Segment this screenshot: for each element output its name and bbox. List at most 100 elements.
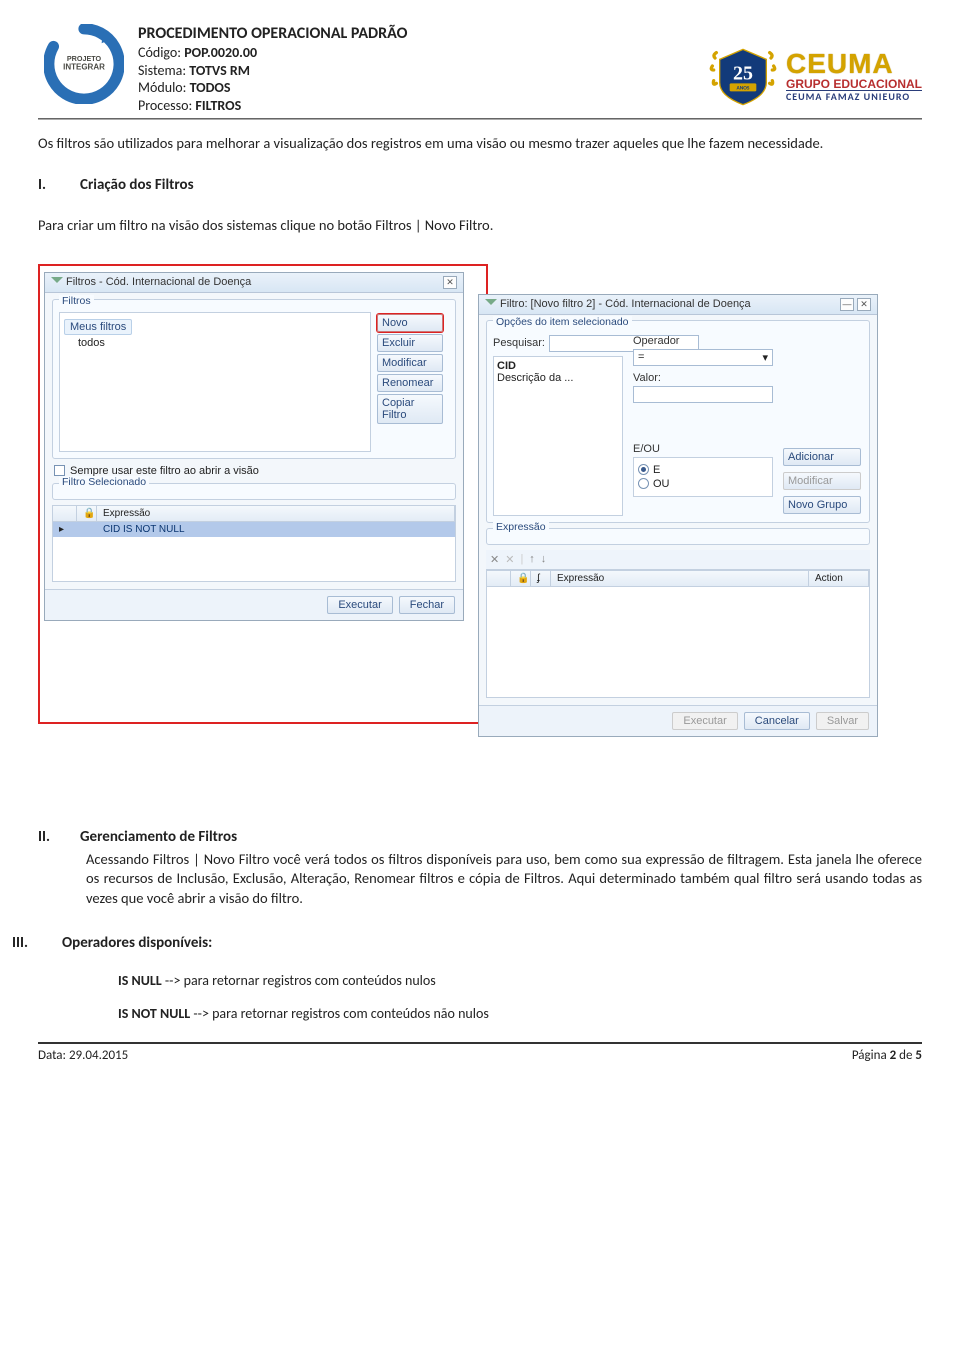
filtros-dialog-footer: Executar Fechar [45, 589, 463, 620]
lock-icon: 🔒 [83, 508, 95, 519]
section-1-body: Para criar um filtro na visão dos sistem… [38, 216, 922, 234]
move-down-icon[interactable]: ↓ [541, 553, 547, 566]
operator-isnotnull-desc: --> para retornar registros com conteúdo… [190, 1005, 489, 1022]
section-2-title: Gerenciamento de Filtros [80, 828, 237, 846]
action-button-column: Adicionar Modificar Novo Grupo [783, 335, 863, 516]
executar-button[interactable]: Executar [327, 596, 392, 614]
copiar-filtro-button[interactable]: Copiar Filtro [377, 394, 443, 424]
formula-column-header: ʄ [531, 571, 551, 586]
section-2-roman: II. [38, 828, 56, 846]
delete-all-icon[interactable]: ✕ [505, 553, 514, 566]
footer-page-total: 5 [915, 1048, 922, 1063]
sistema-label: Sistema: [138, 62, 189, 79]
close-icon[interactable]: ✕ [857, 298, 871, 311]
eou-label: E/OU [633, 443, 773, 455]
delete-icon[interactable]: ✕ [490, 553, 499, 566]
integrar-text-1: PROJETO [67, 54, 102, 63]
filtros-dialog-titlebar[interactable]: Filtros - Cód. Internacional de Doença ✕ [45, 273, 463, 293]
excluir-button[interactable]: Excluir [377, 334, 443, 352]
filtros-dialog-title: Filtros - Cód. Internacional de Doença [66, 276, 251, 288]
svg-text:25: 25 [733, 62, 753, 84]
document-page: PROJETO INTEGRAR PROCEDIMENTO OPERACIONA… [0, 0, 960, 1073]
content: Os filtros são utilizados para melhorar … [38, 120, 922, 1022]
expression-grid-2[interactable]: 🔒 ʄ Expressão Action [486, 570, 870, 698]
operator-isnull-desc: --> para retornar registros com conteúdo… [162, 972, 436, 989]
filtro-selecionado-title: Filtro Selecionado [59, 476, 149, 488]
expression-grid[interactable]: 🔒 Expressão ▸ CID IS NOT NULL [52, 505, 456, 582]
operator-isnotnull: IS NOT NULL --> para retornar registros … [118, 1005, 922, 1022]
tree-item-meus-filtros[interactable]: Meus filtros [64, 319, 132, 335]
tree-item-todos[interactable]: todos [64, 337, 366, 349]
valor-input[interactable] [633, 386, 773, 403]
footer-page-mid: de [896, 1048, 915, 1063]
modificar-button[interactable]: Modificar [783, 472, 861, 490]
modulo-label: Módulo: [138, 79, 190, 96]
expression-row[interactable]: ▸ CID IS NOT NULL [53, 522, 455, 537]
expression-cell: CID IS NOT NULL [97, 522, 455, 537]
ceuma-logo: CEUMA GRUPO EDUCACIONAL CEUMA FAMAZ UNIE… [786, 50, 922, 102]
footer-date-label: Data: [38, 1048, 69, 1063]
novo-button[interactable]: Novo [377, 314, 443, 332]
novo-filtro-titlebar[interactable]: Filtro: [Novo filtro 2] - Cód. Internaci… [479, 295, 877, 315]
expression-toolbar: ✕ ✕ | ↑ ↓ [486, 550, 870, 570]
modificar-button[interactable]: Modificar [377, 354, 443, 372]
filter-icon [485, 299, 497, 310]
ceuma-line2: GRUPO EDUCACIONAL [786, 78, 922, 90]
salvar-button[interactable]: Salvar [816, 712, 869, 730]
section-3-title: Operadores disponíveis: [62, 934, 212, 952]
anniversary-badge-icon: 25 ANOS [708, 46, 778, 106]
modulo-value: TODOS [190, 79, 231, 96]
fechar-button[interactable]: Fechar [399, 596, 455, 614]
radio-ou[interactable]: OU [638, 478, 768, 490]
filtros-group: Filtros Meus filtros todos Novo Excluir … [52, 299, 456, 459]
expressao-column-header: Expressão [97, 506, 455, 521]
action-column-header: Action [809, 571, 869, 586]
section-3-heading: III. Operadores disponíveis: [12, 934, 922, 952]
lock-icon: 🔒 [517, 573, 529, 584]
page-footer: Data: 29.04.2015 Página 2 de 5 [38, 1042, 922, 1063]
section-3-roman: III. [12, 934, 38, 952]
operator-isnull: IS NULL --> para retornar registros com … [118, 972, 922, 989]
svg-text:ANOS: ANOS [737, 85, 750, 91]
operator-column: Operador = ▾ Valor: E/OU E OU [633, 335, 773, 516]
field-list[interactable]: CID Descrição da ... [493, 356, 623, 516]
move-up-icon[interactable]: ↑ [529, 553, 535, 566]
header-left: PROJETO INTEGRAR PROCEDIMENTO OPERACIONA… [38, 24, 407, 114]
valor-label: Valor: [633, 372, 773, 384]
section-2-heading: II. Gerenciamento de Filtros [38, 828, 922, 846]
screenshot-composite: Filtros - Cód. Internacional de Doença ✕… [38, 264, 922, 804]
field-cid[interactable]: CID [497, 360, 619, 372]
expressao-group: Expressão [486, 528, 870, 545]
filter-button-column: Novo Excluir Modificar Renomear Copiar F… [377, 312, 449, 452]
filter-tree[interactable]: Meus filtros todos [59, 312, 371, 452]
footer-page-pre: Página [852, 1048, 890, 1063]
section-1-title: Criação dos Filtros [80, 176, 194, 194]
adicionar-button[interactable]: Adicionar [783, 448, 861, 466]
page-header: PROJETO INTEGRAR PROCEDIMENTO OPERACIONA… [38, 24, 922, 114]
ceuma-line1: CEUMA [786, 50, 922, 78]
header-right: 25 ANOS CEUMA GRUPO EDUCACIONAL CEUMA FA… [708, 46, 922, 106]
cancelar-button[interactable]: Cancelar [744, 712, 810, 730]
eou-radio-group: E OU [633, 457, 773, 497]
expressao-column-header-2: Expressão [551, 571, 809, 586]
operator-isnull-name: IS NULL [118, 972, 162, 989]
section-1-heading: I. Criação dos Filtros [38, 176, 922, 194]
filtro-selecionado-group: Filtro Selecionado [52, 483, 456, 500]
footer-date-value: 29.04.2015 [69, 1048, 128, 1063]
operador-select[interactable]: = ▾ [633, 349, 773, 366]
operador-label: Operador [633, 335, 773, 347]
field-descricao[interactable]: Descrição da ... [497, 372, 619, 384]
executar-button-2[interactable]: Executar [672, 712, 737, 730]
novo-filtro-footer: Executar Cancelar Salvar [479, 705, 877, 736]
novo-filtro-title: Filtro: [Novo filtro 2] - Cód. Internaci… [500, 298, 751, 310]
renomear-button[interactable]: Renomear [377, 374, 443, 392]
codigo-label: Código: [138, 44, 184, 61]
header-meta-block: PROCEDIMENTO OPERACIONAL PADRÃO Código: … [138, 24, 407, 114]
close-icon[interactable]: ✕ [443, 276, 457, 289]
novo-grupo-button[interactable]: Novo Grupo [783, 496, 861, 514]
operator-isnotnull-name: IS NOT NULL [118, 1005, 190, 1022]
minimize-icon[interactable]: — [840, 298, 854, 311]
processo-label: Processo: [138, 97, 195, 114]
filtros-group-title: Filtros [59, 295, 94, 307]
radio-e[interactable]: E [638, 464, 768, 476]
